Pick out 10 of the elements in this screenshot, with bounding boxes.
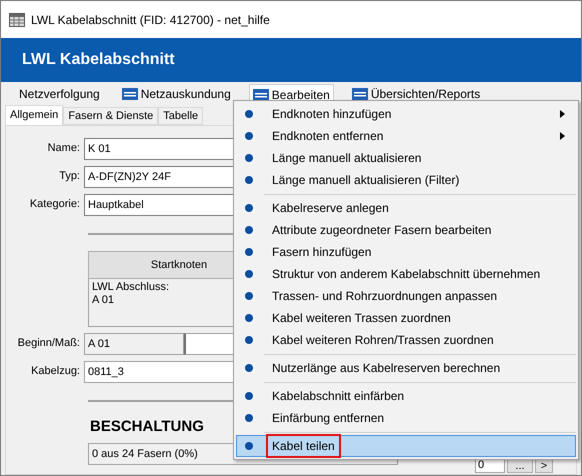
field-label: Name: <box>46 141 81 156</box>
field-label: Kategorie: <box>28 197 81 212</box>
field-label: Kabelzug: <box>30 364 81 379</box>
info-text: LWL Abschluss: <box>92 281 170 294</box>
window-title: LWL Kabelabschnitt (FID: 412700) - net_hilfe <box>31 12 270 28</box>
header-title: LWL Kabelabschnitt <box>22 50 175 70</box>
field-label: Typ: <box>58 169 81 184</box>
section-title: BESCHALTUNG <box>90 417 204 437</box>
info-text: A 01 <box>92 294 114 307</box>
field-label: Beginn/Maß: <box>16 336 81 351</box>
